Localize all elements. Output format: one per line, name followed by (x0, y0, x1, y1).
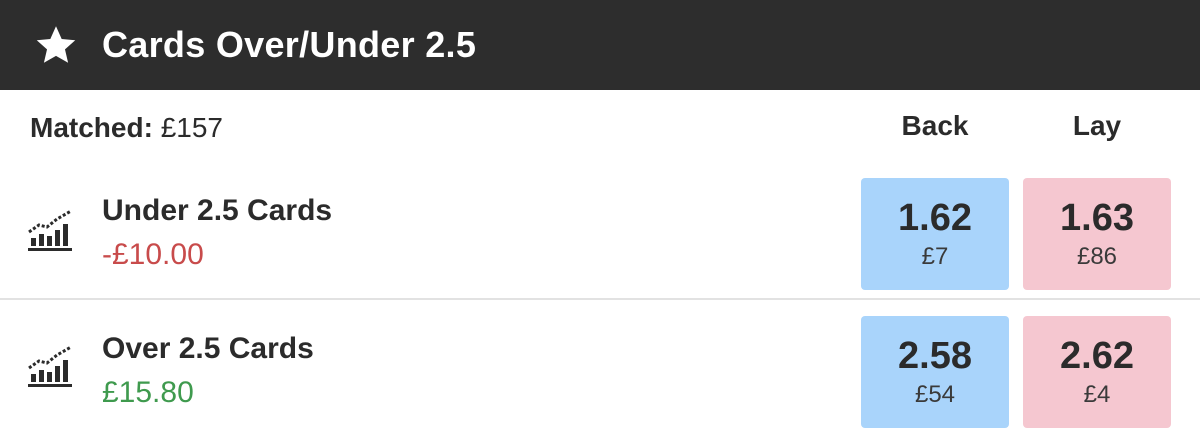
runner-name: Over 2.5 Cards (102, 332, 314, 365)
lay-size: £86 (1076, 243, 1118, 270)
back-price: 1.62 (898, 197, 972, 239)
back-odds-button[interactable]: 1.62 £7 (861, 178, 1009, 290)
market-chart-icon[interactable] (26, 344, 74, 390)
market-header: Cards Over/Under 2.5 (0, 0, 1200, 90)
runner-row: Over 2.5 Cards £15.80 2.58 £54 2.62 £4 (0, 300, 1200, 440)
back-size: £7 (921, 243, 949, 270)
matched-label: Matched: (30, 112, 153, 143)
lay-price: 2.62 (1060, 335, 1134, 377)
back-price: 2.58 (898, 335, 972, 377)
runner-profit-loss: £15.80 (102, 376, 194, 409)
runner-profit-loss: -£10.00 (102, 238, 204, 271)
market-chart-icon[interactable] (26, 208, 74, 254)
back-column-header: Back (901, 110, 969, 141)
lay-size: £4 (1083, 381, 1111, 408)
lay-column-header: Lay (1072, 110, 1122, 141)
runner-name: Under 2.5 Cards (102, 194, 333, 227)
runner-row: Under 2.5 Cards -£10.00 1.62 £7 1.63 £86 (0, 164, 1200, 300)
market-subheader: Matched: £157 Back Lay (0, 90, 1200, 164)
matched-amount: Matched: £157 (30, 112, 223, 144)
star-icon[interactable] (34, 23, 78, 67)
matched-value: £157 (160, 112, 223, 143)
lay-odds-button[interactable]: 2.62 £4 (1023, 316, 1171, 428)
back-size: £54 (914, 381, 956, 408)
lay-price: 1.63 (1060, 197, 1134, 239)
market-title: Cards Over/Under 2.5 (102, 24, 477, 65)
back-odds-button[interactable]: 2.58 £54 (861, 316, 1009, 428)
lay-odds-button[interactable]: 1.63 £86 (1023, 178, 1171, 290)
